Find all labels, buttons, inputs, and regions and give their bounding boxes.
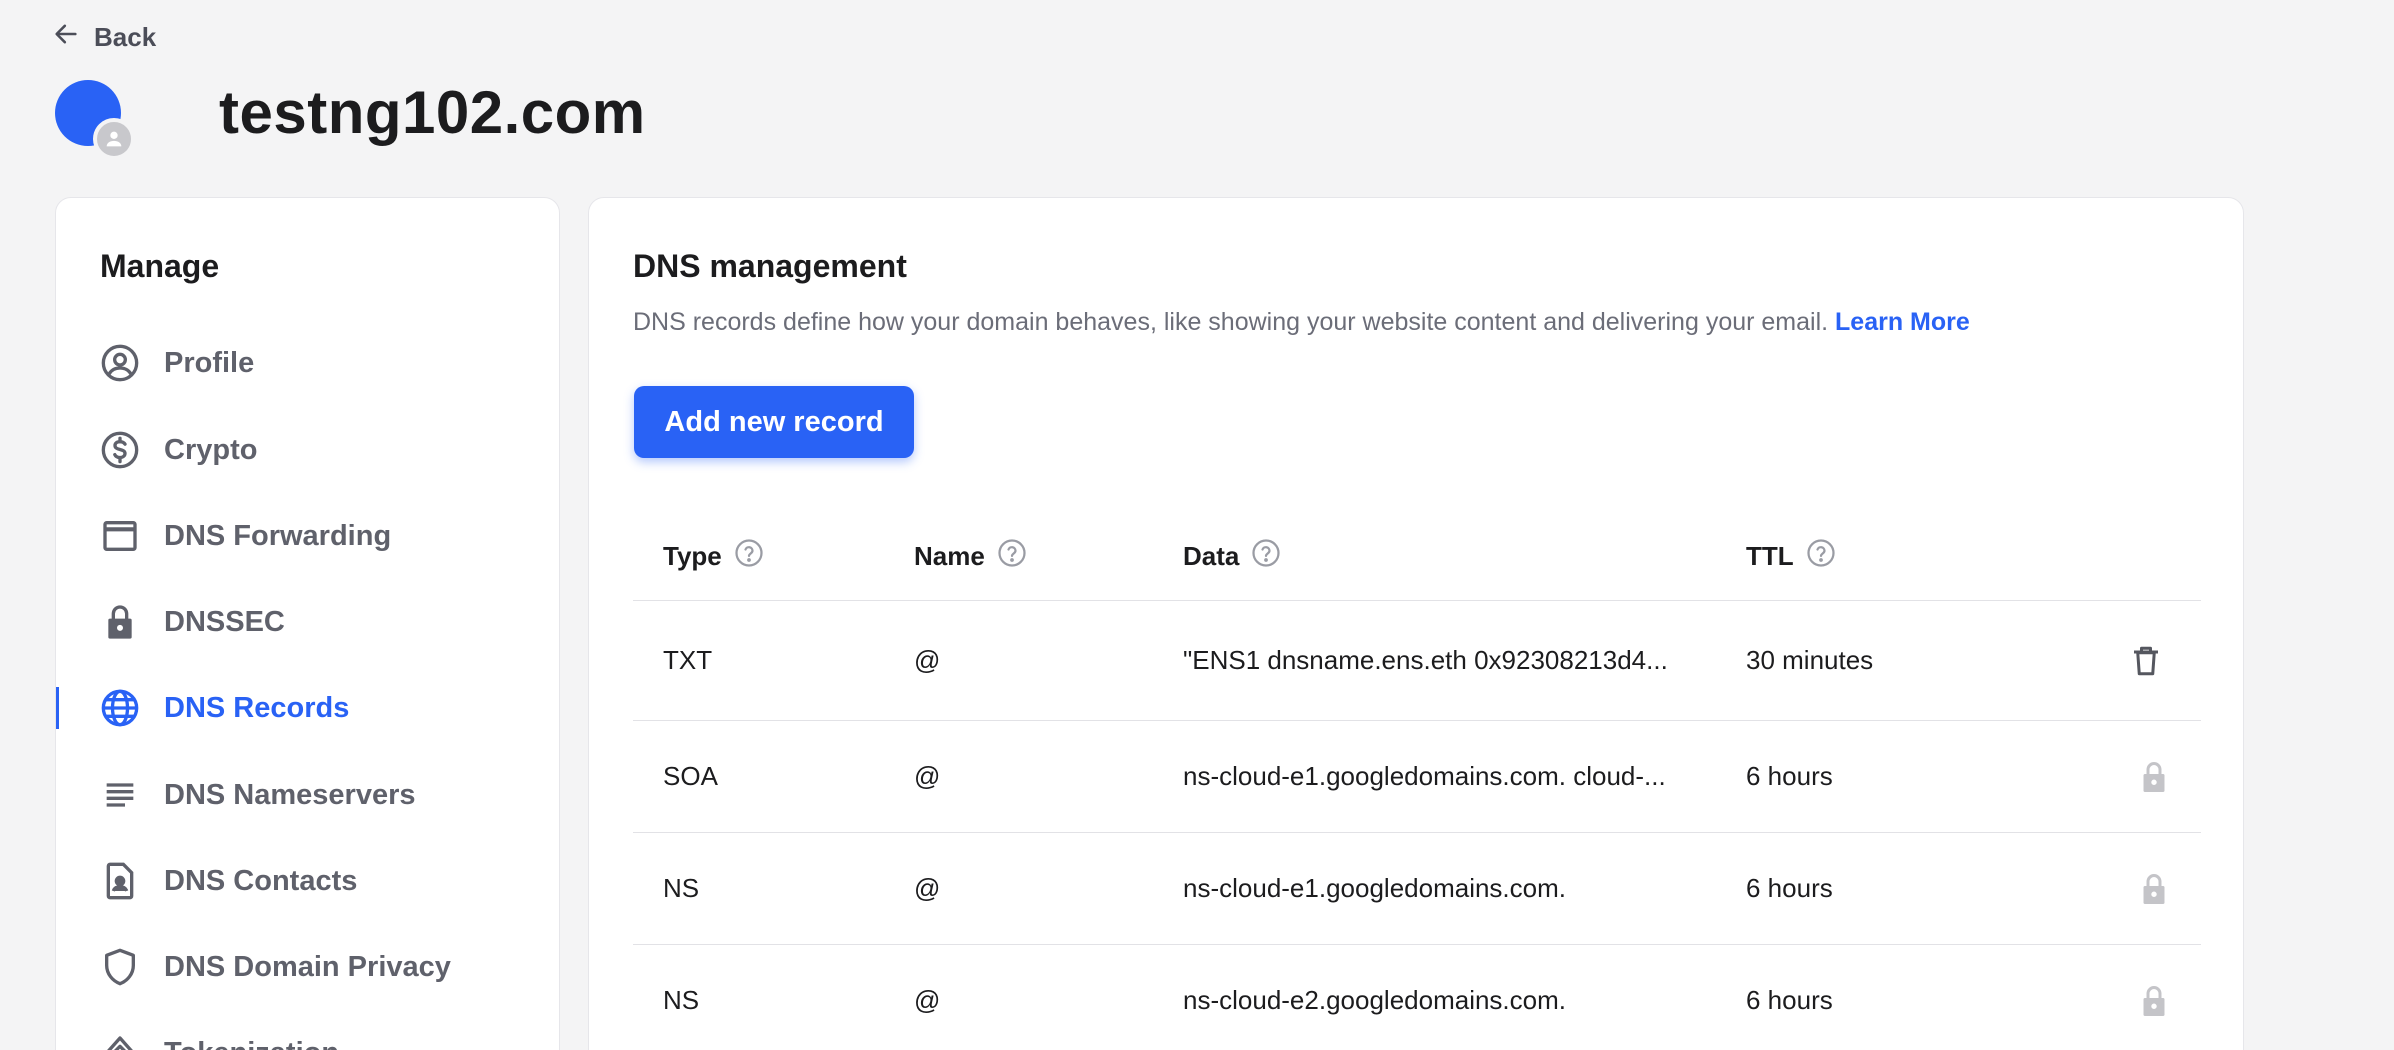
column-header-type: Type <box>663 511 764 601</box>
tokenization-icon <box>100 1033 140 1050</box>
record-type: NS <box>663 985 700 1015</box>
domain-header: testng102.com <box>55 78 646 160</box>
avatar <box>55 79 135 160</box>
sidebar-item-label: Crypto <box>164 433 258 466</box>
record-name: @ <box>914 645 941 675</box>
sidebar-item-label: Tokenization <box>164 1037 339 1050</box>
sidebar-item-label: Profile <box>164 346 255 379</box>
record-name: @ <box>914 761 941 791</box>
lock-icon <box>100 602 140 642</box>
section-description: DNS records define how your domain behav… <box>633 308 1970 337</box>
help-icon[interactable] <box>734 538 764 575</box>
profile-icon <box>100 343 140 383</box>
section-title: DNS management <box>633 248 907 284</box>
sidebar-title: Manage <box>100 248 220 284</box>
table-header: Type Name Data TTL <box>633 511 2201 601</box>
sidebar-item-dns-records[interactable]: DNS Records <box>56 673 559 743</box>
delete-icon[interactable] <box>2128 601 2164 720</box>
sidebar-item-label: DNS Contacts <box>164 864 358 897</box>
sidebar-item-label: DNS Records <box>164 691 350 724</box>
sidebar-item-label: DNS Nameservers <box>164 778 416 811</box>
contact-file-icon <box>100 861 140 901</box>
sidebar-item-crypto[interactable]: Crypto <box>56 415 559 485</box>
back-link[interactable]: Back <box>52 20 156 55</box>
sidebar-item-dns-nameservers[interactable]: DNS Nameservers <box>56 760 559 830</box>
record-ttl: 6 hours <box>1746 985 1833 1015</box>
sidebar-item-label: DNSSEC <box>164 605 285 638</box>
record-data: ns-cloud-e1.googledomains.com. cloud-... <box>1183 761 1666 791</box>
table-row: NS @ ns-cloud-e1.googledomains.com. 6 ho… <box>633 833 2201 945</box>
sidebar-item-label: DNS Domain Privacy <box>164 950 451 983</box>
record-type: NS <box>663 873 700 903</box>
record-type: SOA <box>663 761 718 791</box>
window-icon <box>100 516 140 556</box>
add-new-record-button[interactable]: Add new record <box>634 386 914 458</box>
table-row: NS @ ns-cloud-e2.googledomains.com. 6 ho… <box>633 945 2201 1050</box>
record-data: ns-cloud-e2.googledomains.com. <box>1183 985 1566 1015</box>
record-ttl: 6 hours <box>1746 761 1833 791</box>
record-data: ns-cloud-e1.googledomains.com. <box>1183 873 1566 903</box>
sidebar-item-dns-domain-privacy[interactable]: DNS Domain Privacy <box>56 932 559 1002</box>
dns-management-panel: DNS management DNS records define how yo… <box>588 197 2244 1050</box>
dollar-circle-icon <box>100 430 140 470</box>
column-label: Type <box>663 540 722 571</box>
record-ttl: 30 minutes <box>1746 645 1874 675</box>
page-title: testng102.com <box>219 79 646 146</box>
arrow-left-icon <box>52 20 80 55</box>
record-data: "ENS1 dnsname.ens.eth 0x92308213d4... <box>1183 645 1668 675</box>
column-label: TTL <box>1746 540 1794 571</box>
sidebar-item-dnssec[interactable]: DNSSEC <box>56 587 559 657</box>
table-row: SOA @ ns-cloud-e1.googledomains.com. clo… <box>633 721 2201 833</box>
help-icon[interactable] <box>997 538 1027 575</box>
help-icon[interactable] <box>1806 538 1836 575</box>
column-label: Data <box>1183 540 1240 571</box>
record-ttl: 6 hours <box>1746 873 1833 903</box>
lock-icon <box>2136 833 2172 944</box>
record-name: @ <box>914 985 941 1015</box>
column-header-name: Name <box>914 511 1027 601</box>
manage-sidebar: Manage Profile Crypto DNS Forwarding DNS… <box>55 197 560 1050</box>
column-label: Name <box>914 540 985 571</box>
sidebar-item-dns-forwarding[interactable]: DNS Forwarding <box>56 501 559 571</box>
dns-records-table: Type Name Data TTL TXT @ "ENS1 dnsname.e… <box>633 511 2201 1050</box>
table-row: TXT @ "ENS1 dnsname.ens.eth 0x92308213d4… <box>633 601 2201 721</box>
lines-icon <box>100 775 140 815</box>
learn-more-link[interactable]: Learn More <box>1835 308 1970 336</box>
sidebar-item-tokenization[interactable]: Tokenization <box>56 1018 559 1050</box>
lock-icon <box>2136 945 2172 1050</box>
record-name: @ <box>914 873 941 903</box>
lock-icon <box>2136 721 2172 832</box>
description-text: DNS records define how your domain behav… <box>633 308 1836 336</box>
globe-icon <box>100 688 140 728</box>
shield-icon <box>100 947 140 987</box>
sidebar-item-dns-contacts[interactable]: DNS Contacts <box>56 846 559 916</box>
sidebar-item-label: DNS Forwarding <box>164 519 392 552</box>
user-badge-icon <box>93 117 135 160</box>
help-icon[interactable] <box>1251 538 1281 575</box>
sidebar-item-profile[interactable]: Profile <box>56 328 559 398</box>
back-label: Back <box>94 22 157 52</box>
column-header-ttl: TTL <box>1746 511 1836 601</box>
column-header-data: Data <box>1183 511 1281 601</box>
record-type: TXT <box>663 645 713 675</box>
